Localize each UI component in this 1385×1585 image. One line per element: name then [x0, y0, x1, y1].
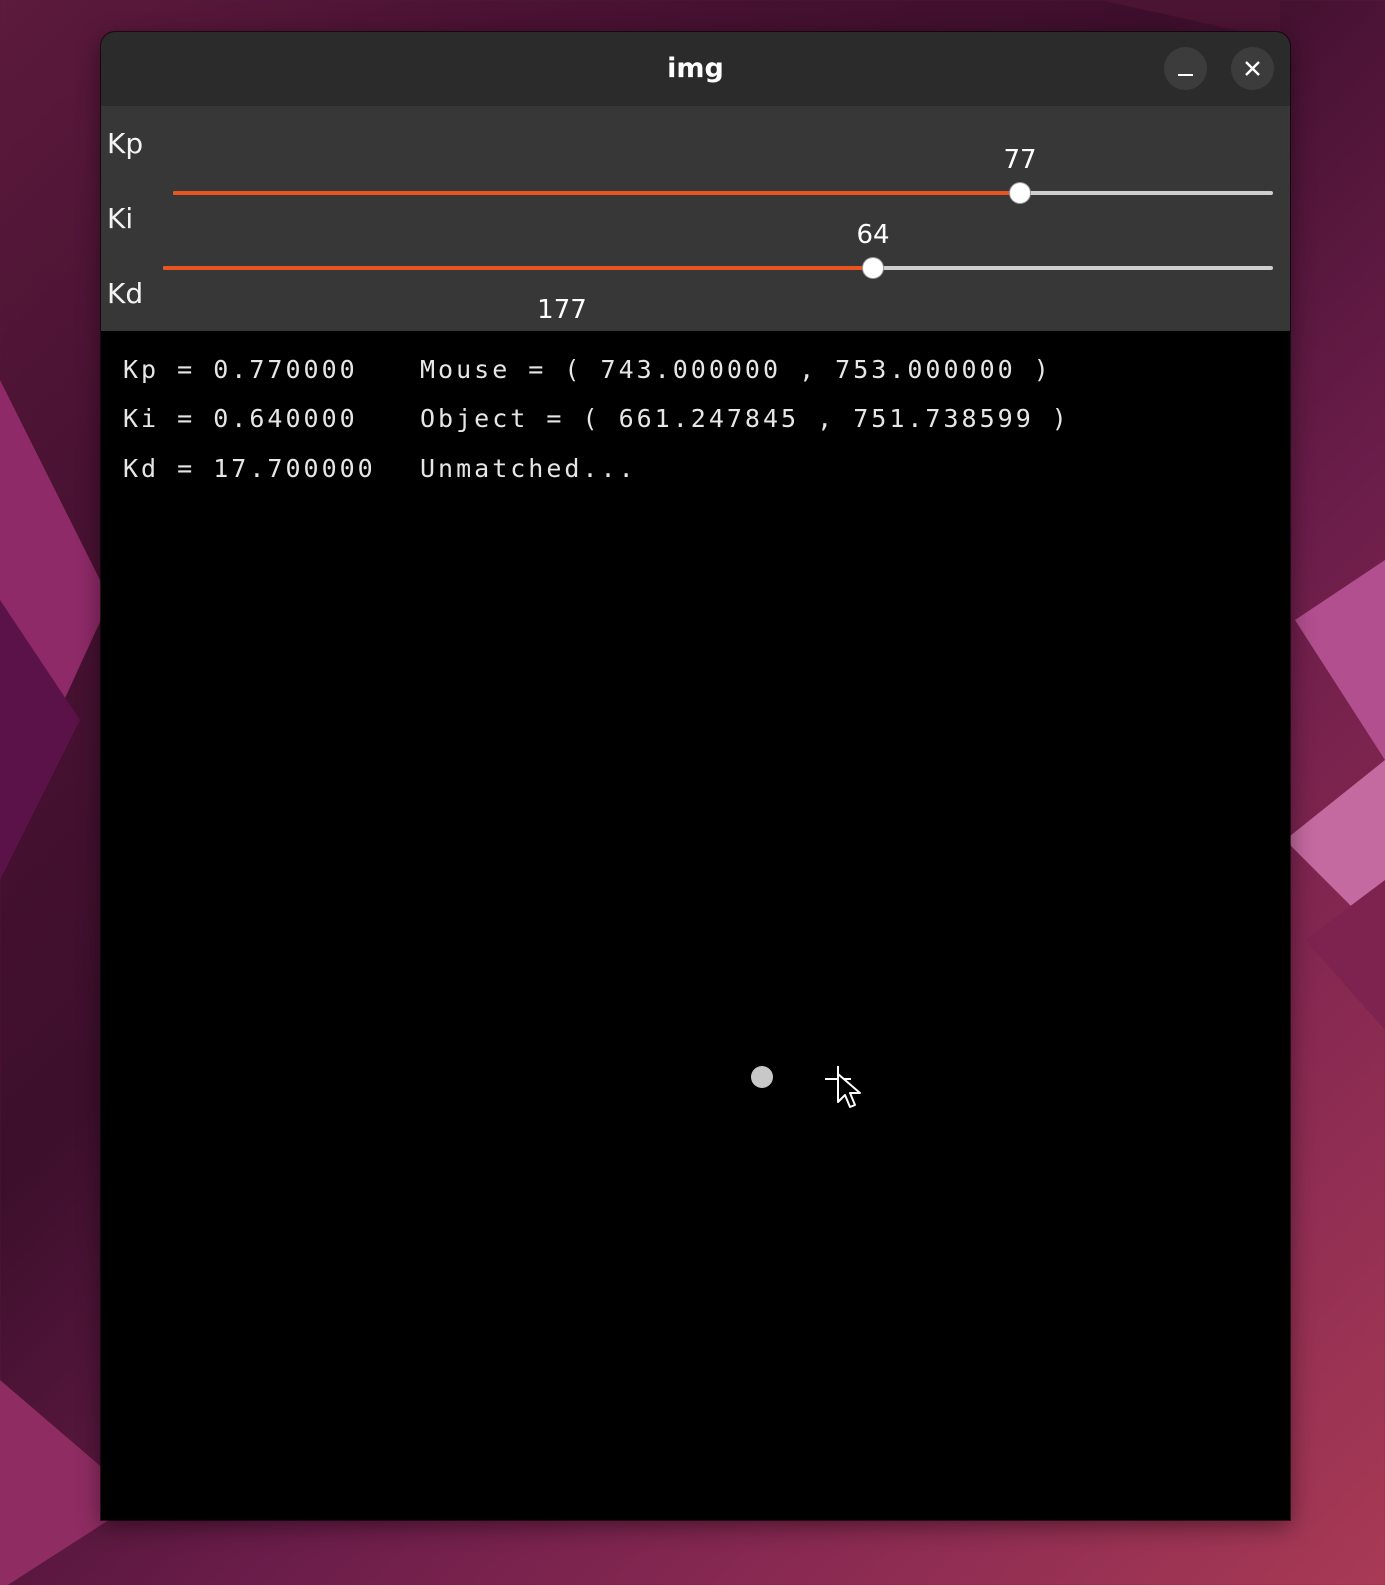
window-title: img	[667, 53, 724, 84]
title-bar[interactable]: img	[101, 32, 1290, 107]
trackbar-label-kd: Kd	[107, 277, 144, 310]
trackbar-ki[interactable]: 64	[163, 220, 1273, 278]
minimize-icon	[1178, 74, 1193, 76]
app-window: img Kp 77 Ki 64 Kd 177 Kp = 0.770000 Ki …	[101, 32, 1290, 1520]
trackbar-fill-ki	[163, 266, 873, 270]
trackbar-value-ki: 64	[856, 220, 890, 250]
trackbar-label-ki: Ki	[107, 202, 134, 235]
hud-mouse-coords: Mouse = ( 743.000000 , 753.000000 )	[420, 355, 1052, 384]
hud-kd-value: Kd = 17.700000	[123, 454, 376, 483]
trackbar-thumb-kp[interactable]	[1010, 183, 1030, 203]
trackbar-label-kp: Kp	[107, 127, 144, 160]
wallpaper-facet	[1295, 560, 1385, 760]
mouse-pointer-icon	[837, 1073, 861, 1108]
image-canvas[interactable]: Kp = 0.770000 Ki = 0.640000 Kd = 17.7000…	[101, 331, 1290, 1520]
trackbar-value-kd: 177	[537, 295, 587, 325]
close-button[interactable]	[1231, 47, 1274, 90]
trackbar-fill-kp	[173, 191, 1020, 195]
hud-kp-value: Kp = 0.770000	[123, 355, 358, 384]
minimize-button[interactable]	[1164, 47, 1207, 90]
close-icon	[1245, 61, 1260, 76]
tracked-object-dot	[751, 1066, 773, 1088]
hud-object-coords: Object = ( 661.247845 , 751.738599 )	[420, 404, 1070, 433]
trackbar-panel: Kp 77 Ki 64 Kd 177	[101, 106, 1290, 353]
trackbar-kp[interactable]: 77	[173, 145, 1273, 203]
trackbar-thumb-ki[interactable]	[863, 258, 883, 278]
hud-status: Unmatched...	[420, 454, 637, 483]
hud-ki-value: Ki = 0.640000	[123, 404, 358, 433]
wallpaper-facet	[1305, 880, 1385, 1030]
wallpaper-facet	[0, 600, 80, 880]
trackbar-value-kp: 77	[1003, 145, 1037, 175]
